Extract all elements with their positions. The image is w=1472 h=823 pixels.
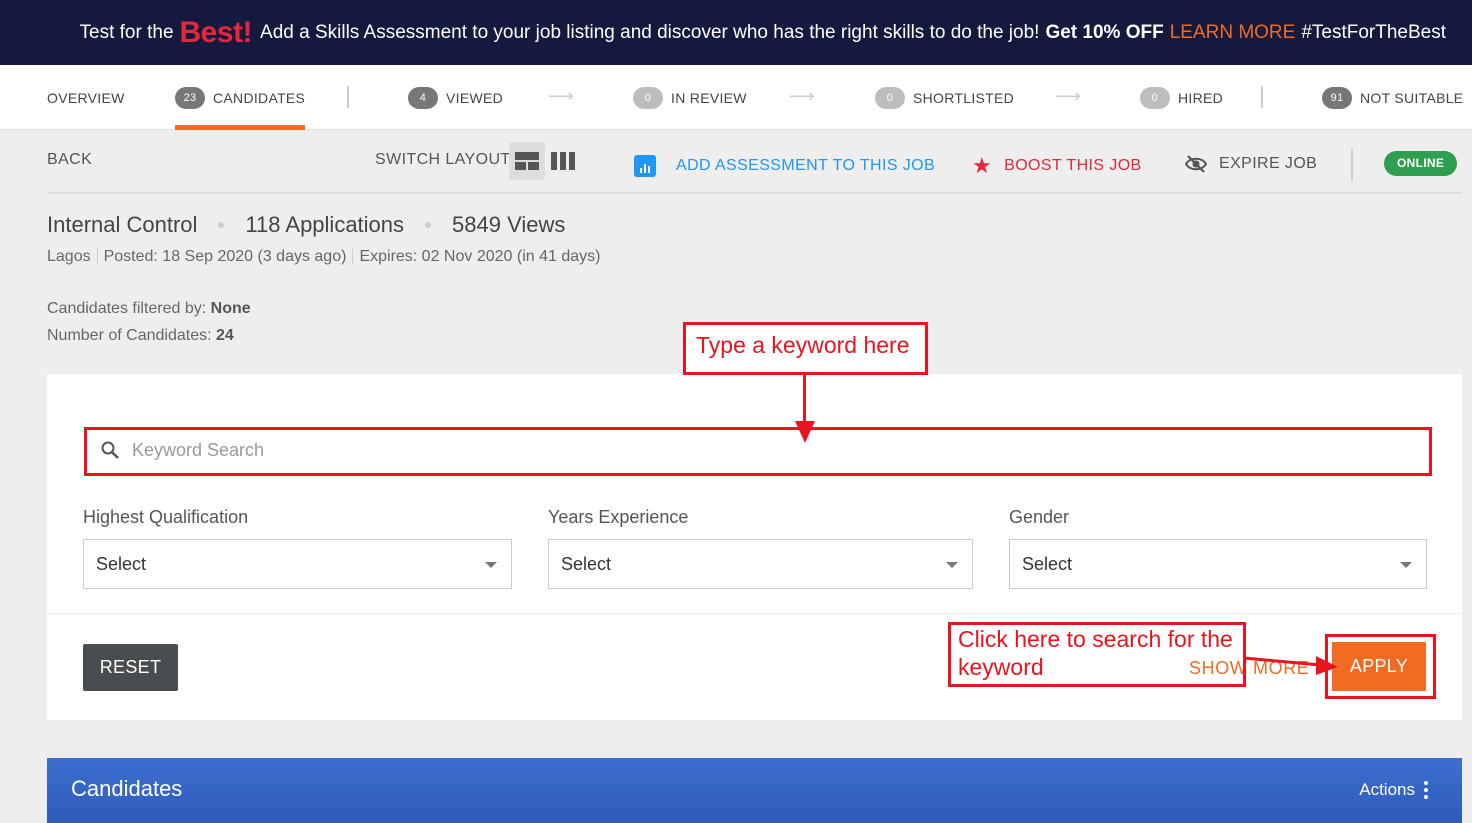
- column-layout-icon[interactable]: [545, 142, 581, 180]
- add-assessment-label: ADD ASSESSMENT TO THIS JOB: [676, 157, 936, 174]
- expire-job-button[interactable]: EXPIRE JOB: [1185, 155, 1317, 173]
- qualification-label: Highest Qualification: [83, 507, 249, 527]
- filtered-by-text: Candidates filtered by: None: [47, 300, 251, 317]
- tab-hired-label: HIRED: [1178, 89, 1224, 106]
- job-summary: Internal Control 118 Applications 5849 V…: [47, 212, 565, 238]
- promo-hashtag: #TestForTheBest: [1301, 21, 1446, 43]
- candidates-count-badge: 23: [175, 86, 205, 109]
- job-meta: Lagos Posted: 18 Sep 2020 (3 days ago) Exp…: [47, 248, 600, 266]
- dot-separator: [425, 222, 432, 228]
- job-toolbar: BACK SWITCH LAYOUT ADD ASSESSMENT TO THI…: [47, 131, 1462, 194]
- tab-overview-label: OVERVIEW: [47, 89, 125, 106]
- shortlisted-count-badge: 0: [875, 86, 905, 109]
- experience-label: Years Experience: [548, 507, 689, 527]
- tab-shortlisted[interactable]: 0 SHORTLISTED: [875, 65, 1014, 130]
- qualification-select[interactable]: Select: [83, 539, 512, 589]
- apply-highlight-frame: [1325, 634, 1436, 699]
- arrow-right-icon: ⟶: [789, 86, 815, 106]
- applications-count: 118 Applications: [245, 212, 405, 237]
- tab-viewed[interactable]: 4 VIEWED: [408, 65, 503, 130]
- card-divider: [47, 613, 1462, 614]
- candidate-count-text: Number of Candidates: 24: [47, 327, 234, 344]
- tab-viewed-label: VIEWED: [446, 89, 504, 106]
- job-expires: Expires: 02 Nov 2020 (in 41 days): [359, 248, 601, 265]
- dot-separator: [218, 222, 225, 228]
- steps-divider: [1261, 86, 1263, 108]
- arrow-right-icon: ⟶: [548, 86, 574, 106]
- boost-job-label: BOOST THIS JOB: [1004, 157, 1142, 174]
- keyword-hint-callout: Type a keyword here: [683, 322, 928, 375]
- promo-text: Add a Skills Assessment to your job list…: [260, 21, 1040, 43]
- boost-job-button[interactable]: ★ BOOST THIS JOB: [972, 153, 1142, 179]
- tab-candidates-label: CANDIDATES: [213, 89, 306, 106]
- arrow-right-icon: ⟶: [1055, 86, 1081, 106]
- viewed-count-badge: 4: [408, 86, 438, 109]
- eye-off-icon: [1185, 155, 1207, 173]
- tab-overview[interactable]: OVERVIEW: [47, 65, 125, 130]
- promo-best-logo: Best!: [179, 15, 253, 49]
- toolbar-divider: [1351, 149, 1353, 181]
- actions-menu-button[interactable]: Actions: [1359, 780, 1428, 800]
- tab-in-review[interactable]: 0 IN REVIEW: [633, 65, 747, 130]
- caret-down-icon: [946, 562, 958, 568]
- not-suitable-count-badge: 91: [1322, 86, 1352, 109]
- tab-shortlisted-label: SHORTLISTED: [913, 89, 1015, 106]
- tab-candidates[interactable]: 23 CANDIDATES: [175, 65, 306, 130]
- promo-lead: Test for the: [79, 21, 174, 43]
- candidates-panel-title: Candidates: [71, 776, 183, 801]
- tab-not-suitable[interactable]: 91 NOT SUITABLE: [1322, 65, 1463, 130]
- search-highlight-frame: [84, 427, 1432, 476]
- promo-discount: Get 10% OFF: [1045, 21, 1164, 43]
- tab-not-suitable-label: NOT SUITABLE: [1360, 89, 1464, 106]
- tab-hired[interactable]: 0 HIRED: [1140, 65, 1223, 130]
- steps-divider: [347, 86, 349, 108]
- filtered-by-value: None: [210, 300, 251, 317]
- bar-chart-icon: [634, 155, 656, 177]
- star-icon: ★: [972, 153, 993, 178]
- learn-more-link[interactable]: LEARN MORE: [1170, 22, 1296, 44]
- gender-select[interactable]: Select: [1009, 539, 1427, 589]
- promo-banner: Test for the Best! Add a Skills Assessme…: [0, 0, 1472, 65]
- tab-in-review-label: IN REVIEW: [671, 89, 747, 106]
- gender-label: Gender: [1009, 507, 1070, 527]
- in-review-count-badge: 0: [633, 86, 663, 109]
- caret-down-icon: [485, 562, 497, 568]
- candidate-count-value: 24: [215, 327, 234, 344]
- add-assessment-button[interactable]: ADD ASSESSMENT TO THIS JOB: [634, 155, 935, 177]
- job-posted: Posted: 18 Sep 2020 (3 days ago): [103, 248, 347, 265]
- caret-down-icon: [1400, 562, 1412, 568]
- expire-job-label: EXPIRE JOB: [1219, 155, 1318, 172]
- candidates-panel-header: Candidates Actions: [47, 758, 1462, 823]
- reset-button[interactable]: RESET: [83, 644, 178, 691]
- list-layout-icon[interactable]: [509, 142, 545, 180]
- apply-hint-text: Click here to search for the keyword: [958, 626, 1233, 680]
- arrow-right-icon: [1244, 656, 1338, 675]
- status-badge: ONLINE: [1384, 151, 1458, 176]
- more-vertical-icon: [1424, 781, 1428, 799]
- back-button[interactable]: BACK: [47, 151, 92, 169]
- experience-select[interactable]: Select: [548, 539, 973, 589]
- switch-layout-label: SWITCH LAYOUT: [375, 151, 511, 168]
- views-count: 5849 Views: [452, 212, 566, 237]
- job-title: Internal Control: [47, 212, 198, 237]
- hired-count-badge: 0: [1140, 86, 1170, 109]
- job-location: Lagos: [47, 248, 91, 265]
